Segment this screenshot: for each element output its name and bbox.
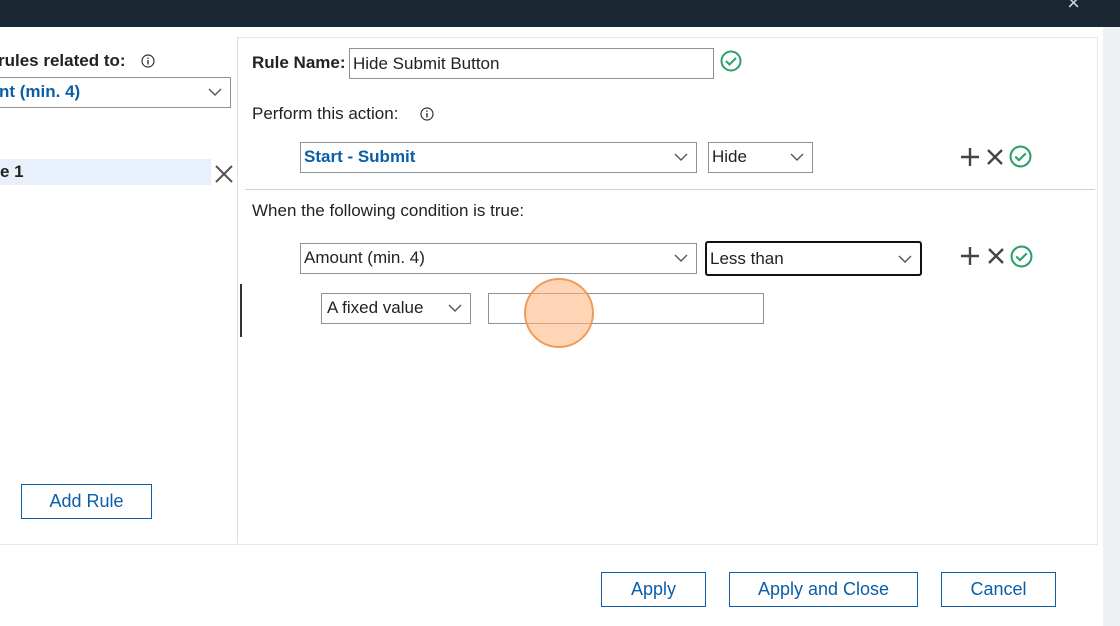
dialog-edge — [1103, 27, 1120, 626]
value-source-select[interactable]: A fixed value — [321, 293, 471, 324]
action-target-value: Start - Submit — [304, 147, 416, 166]
check-circle-icon — [720, 50, 742, 72]
confirm-condition-icon[interactable] — [1010, 245, 1033, 268]
cancel-button[interactable]: Cancel — [941, 572, 1056, 607]
close-icon[interactable]: × — [1067, 0, 1080, 16]
chevron-down-icon — [208, 88, 222, 96]
remove-condition-icon[interactable] — [986, 246, 1006, 266]
rule-name-input[interactable]: Hide Submit Button — [349, 48, 714, 79]
condition-operator-value: Less than — [710, 249, 784, 268]
remove-action-icon[interactable] — [985, 147, 1005, 167]
related-field-value: nt (min. 4) — [0, 82, 81, 101]
delete-rule-icon[interactable] — [214, 164, 234, 184]
rules-related-label: rules related to: — [0, 51, 126, 70]
chevron-down-icon — [674, 254, 688, 262]
apply-button[interactable]: Apply — [601, 572, 706, 607]
click-indicator — [524, 278, 594, 348]
condition-field-select[interactable]: Amount (min. 4) — [300, 243, 697, 274]
action-type-select[interactable]: Hide — [708, 142, 813, 173]
chevron-down-icon — [898, 255, 912, 263]
chevron-down-icon — [448, 304, 462, 312]
apply-and-close-button[interactable]: Apply and Close — [729, 572, 918, 607]
rule-name-label: Rule Name: — [252, 53, 346, 72]
related-field-select[interactable]: nt (min. 4) — [0, 77, 231, 108]
info-icon[interactable] — [420, 107, 434, 121]
rule-list-item[interactable]: e 1 — [0, 159, 211, 185]
add-condition-icon[interactable] — [959, 245, 981, 267]
dialog-titlebar: × — [0, 0, 1120, 27]
chevron-down-icon — [674, 153, 688, 161]
info-icon[interactable] — [141, 54, 155, 68]
rule-list-item-label: e 1 — [0, 162, 24, 181]
condition-field-value: Amount (min. 4) — [304, 248, 425, 267]
chevron-down-icon — [790, 153, 804, 161]
add-action-icon[interactable] — [959, 146, 981, 168]
text-cursor — [240, 284, 242, 337]
condition-label: When the following condition is true: — [252, 201, 525, 220]
rules-list-panel: rules related to: nt (min. 4) e 1 Add Ru… — [0, 37, 238, 543]
condition-operator-select[interactable]: Less than — [705, 241, 922, 276]
action-label: Perform this action: — [252, 104, 399, 123]
confirm-action-icon[interactable] — [1009, 145, 1032, 168]
add-rule-button[interactable]: Add Rule — [21, 484, 152, 519]
rule-name-value: Hide Submit Button — [353, 54, 500, 73]
action-type-value: Hide — [712, 147, 747, 166]
value-source-value: A fixed value — [327, 298, 424, 317]
action-target-select[interactable]: Start - Submit — [300, 142, 697, 173]
section-divider — [245, 189, 1095, 190]
